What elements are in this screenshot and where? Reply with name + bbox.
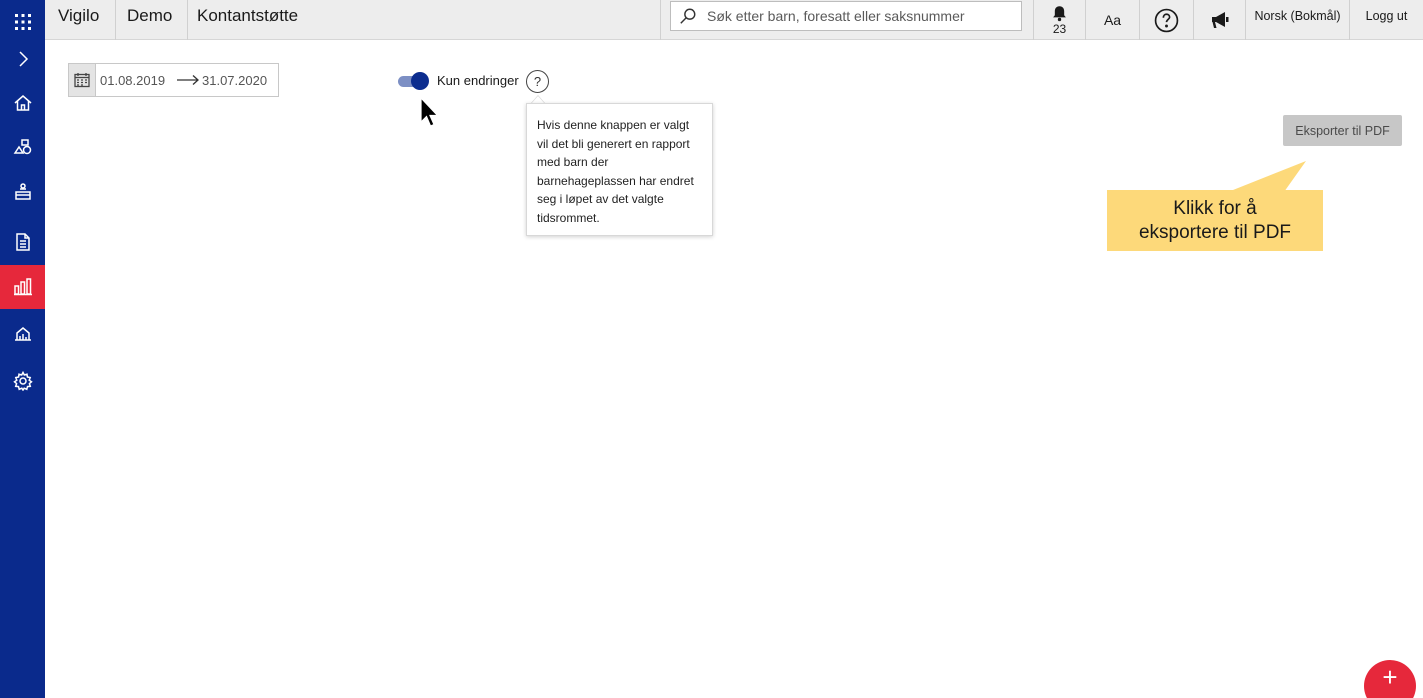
export-callout: Klikk for å eksportere til PDF (1107, 190, 1323, 251)
top-bar: Vigilo Demo Kontantstøtte 23 Aa (45, 0, 1423, 40)
help-button[interactable] (1139, 0, 1193, 40)
date-from-value[interactable]: 01.08.2019 (100, 73, 176, 88)
announcements-button[interactable] (1193, 0, 1245, 40)
date-to-value[interactable]: 31.07.2020 (202, 73, 267, 88)
search-input[interactable] (707, 8, 1007, 24)
date-range-picker[interactable]: 01.08.2019 31.07.2020 (68, 63, 279, 97)
toggle-knob (411, 72, 429, 90)
app-root: Vigilo Demo Kontantstøtte 23 Aa (0, 0, 1423, 698)
font-size-button[interactable]: Aa (1085, 0, 1139, 40)
add-button[interactable]: + (1364, 660, 1416, 698)
breadcrumb-kontantstotte[interactable]: Kontantstøtte (188, 0, 661, 40)
shapes-icon[interactable] (0, 125, 45, 169)
building-chart-icon[interactable] (0, 311, 45, 355)
mouse-cursor-icon (420, 97, 439, 127)
chevron-right-icon[interactable] (0, 37, 45, 81)
breadcrumb-label: Vigilo (58, 6, 100, 25)
bell-icon (1053, 5, 1066, 21)
notifications-button[interactable]: 23 (1033, 0, 1085, 40)
logout-label: Logg ut (1365, 9, 1408, 23)
calendar-icon[interactable] (69, 64, 96, 96)
help-label: ? (533, 74, 542, 89)
toggle-label: Kun endringer (437, 73, 519, 88)
plus-icon: + (1382, 661, 1398, 692)
breadcrumb-label: Kontantstøtte (197, 6, 299, 25)
help-tooltip: Hvis denne knappen er valgt vil det bli … (526, 103, 713, 236)
megaphone-icon (1211, 12, 1228, 28)
breadcrumb-vigilo[interactable]: Vigilo (45, 0, 116, 40)
question-circle-icon (1154, 8, 1179, 32)
child-icon[interactable] (0, 170, 45, 214)
changes-only-toggle[interactable] (398, 71, 430, 91)
notifications-count: 23 (1052, 21, 1067, 36)
bar-chart-icon[interactable] (0, 265, 45, 309)
font-size-label: Aa (1103, 12, 1122, 28)
gear-icon[interactable] (0, 359, 45, 403)
breadcrumb-label: Demo (127, 6, 173, 25)
callout-line-1: Klikk for å (1173, 197, 1257, 219)
document-icon[interactable] (0, 220, 45, 264)
callout-line-2: eksportere til PDF (1138, 221, 1292, 243)
export-pdf-button[interactable]: Eksporter til PDF (1283, 115, 1402, 146)
callout-tail (1228, 161, 1306, 192)
tooltip-text: Hvis denne knappen er valgt vil det bli … (537, 118, 694, 225)
arrow-right-icon (176, 74, 202, 86)
toggle-help-button[interactable]: ? (526, 70, 549, 93)
logout-button[interactable]: Logg ut (1349, 0, 1423, 40)
home-icon[interactable] (0, 81, 45, 125)
breadcrumb-demo[interactable]: Demo (116, 0, 188, 40)
sidebar (0, 0, 45, 698)
search-icon (680, 8, 696, 24)
language-label: Norsk (Bokmål) (1254, 9, 1341, 23)
language-selector[interactable]: Norsk (Bokmål) (1245, 0, 1349, 40)
search-box (670, 1, 1022, 31)
